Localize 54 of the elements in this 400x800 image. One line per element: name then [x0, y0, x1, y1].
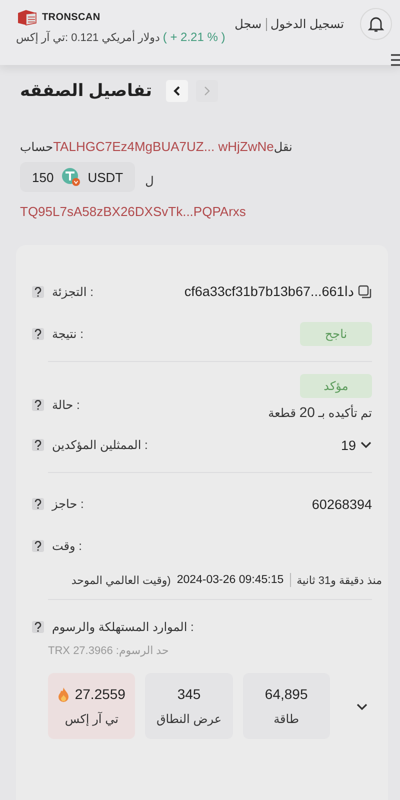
- token-amount: 150: [32, 170, 54, 184]
- transfer-label: نقل: [274, 140, 292, 154]
- help-badge[interactable]: [32, 399, 44, 411]
- help-badge[interactable]: [32, 286, 44, 298]
- chevron-icon: [356, 702, 368, 710]
- resource-caption: تي آر إكس: [64, 712, 118, 726]
- help-badge[interactable]: [32, 540, 44, 552]
- resource-value: 64,895: [264, 686, 308, 702]
- account-label: حساب: [20, 140, 54, 154]
- box-logo-icon: [16, 8, 38, 26]
- help-badge[interactable]: [32, 328, 44, 340]
- price-change: ( + 2.21 % ): [162, 30, 226, 44]
- register-link[interactable]: سجل: [234, 17, 262, 31]
- confirmations-dropdown[interactable]: 19: [340, 438, 372, 452]
- field-label: وقت :: [52, 539, 82, 553]
- chevron-icon: [360, 441, 372, 449]
- price-label: تي آر إكس:: [16, 30, 68, 44]
- flame-icon: [58, 686, 69, 702]
- help-badge[interactable]: [32, 621, 44, 633]
- previous-button[interactable]: [166, 80, 188, 102]
- field-label: الممثلين المؤكدين :: [52, 438, 148, 452]
- status-badge: مؤكد: [300, 374, 372, 398]
- bell-icon: [367, 15, 385, 33]
- price-value: 0.121 دولار أمريكي: [71, 30, 160, 44]
- token-symbol: USDT: [88, 170, 124, 184]
- notification-button[interactable]: [360, 8, 392, 40]
- resource-caption: طاقة: [274, 712, 300, 726]
- tether-icon: [60, 167, 82, 187]
- address-link[interactable]: TQ95L7sA58zBX26DXSvTk...PQPArxs: [20, 204, 246, 219]
- help-badge[interactable]: [32, 439, 44, 451]
- block-number: 60268394: [312, 496, 372, 512]
- brand-name: TRONSCAN: [42, 12, 100, 22]
- resource-value: 27.2559: [74, 686, 126, 702]
- field-label: الموارد المستهلكة والرسوم :: [52, 620, 194, 634]
- fee-limit: TRX حد الرسوم: 27.3966: [48, 644, 170, 657]
- field-label: التجزئة :: [52, 285, 94, 299]
- resource-caption: عرض النطاق: [156, 712, 222, 726]
- page-title: تفاصيل الصفقه: [20, 81, 152, 101]
- hash-value: cf6a33cf31b7b13b67...661دا: [184, 284, 354, 300]
- to-label: ل: [145, 174, 154, 188]
- resource-value: 345: [177, 686, 201, 702]
- field-label: حالة :: [52, 398, 80, 412]
- timestamp: 2024-03-26 09:45:15: [176, 574, 284, 586]
- chevron-right-icon: [202, 85, 212, 97]
- address-link[interactable]: TALHGC7Ez4MgBUA7UZ... wHjZwNe: [53, 139, 274, 154]
- copy-icon: [358, 285, 372, 299]
- help-badge[interactable]: [32, 498, 44, 510]
- chevron-left-icon: [172, 85, 182, 97]
- timezone-label: وقيت العالمي الموحد): [71, 574, 171, 586]
- field-label: حاجز :: [52, 497, 84, 511]
- status-badge: ناجح: [300, 322, 372, 346]
- time-ago: منذ دقيقة و31 ثانية: [296, 574, 382, 586]
- field-label: نتيجة :: [52, 327, 84, 341]
- login-link[interactable]: تسجيل الدخول: [270, 17, 344, 31]
